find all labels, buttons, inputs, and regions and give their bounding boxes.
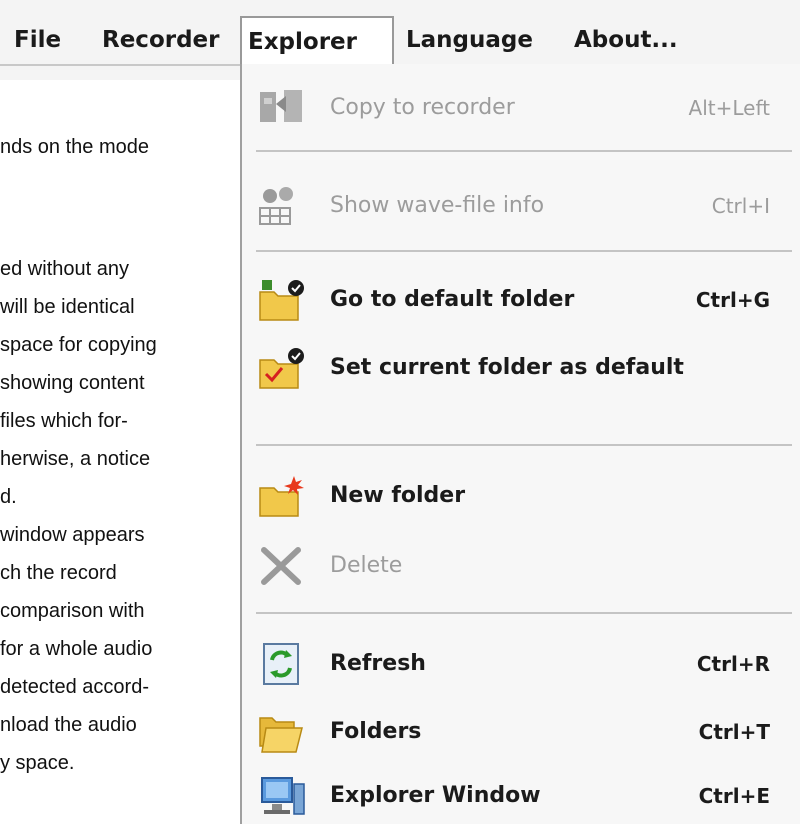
menu-item-shortcut: Alt+Left — [688, 96, 770, 120]
menu-item-label: Refresh — [330, 651, 426, 676]
copy-to-recorder-icon — [258, 86, 306, 130]
menu-explorer-label: Explorer — [248, 29, 357, 55]
explorer-window-icon — [258, 774, 306, 818]
background-document: nds on the mode ed without any will be i… — [0, 80, 240, 812]
default-folder-icon — [258, 278, 306, 322]
menu-item-label: New folder — [330, 483, 466, 508]
menu-item-go-to-default-folder[interactable]: Go to default folder Ctrl+G — [242, 270, 800, 330]
doc-line: window appears — [0, 524, 145, 546]
doc-line: herwise, a notice — [0, 448, 151, 470]
menu-item-label: Delete — [330, 553, 403, 578]
menu-item-shortcut: Ctrl+R — [696, 652, 770, 676]
doc-line: ed without any — [0, 258, 129, 280]
doc-line: will be identical — [0, 296, 135, 318]
menubar-divider — [0, 64, 243, 66]
new-folder-icon — [258, 474, 306, 518]
doc-line: ch the record — [0, 562, 117, 584]
doc-line: nds on the mode — [0, 136, 149, 158]
menu-item-show-wave-file-info[interactable]: Show wave-file info Ctrl+I — [242, 176, 800, 236]
refresh-icon — [258, 642, 306, 686]
doc-line: comparison with — [0, 600, 145, 622]
doc-line: nload the audio — [0, 714, 137, 736]
doc-line: y space. — [0, 752, 75, 774]
set-default-folder-icon — [258, 346, 306, 390]
menu-item-label: Copy to recorder — [330, 95, 515, 120]
menu-item-label: Go to default folder — [330, 287, 575, 312]
doc-line: d. — [0, 486, 17, 508]
menu-item-shortcut: Ctrl+G — [695, 288, 770, 312]
menu-separator — [256, 250, 792, 252]
doc-line: files which for- — [0, 410, 128, 432]
menu-item-label: Folders — [330, 719, 422, 744]
menu-item-label: Explorer Window — [330, 783, 541, 808]
menu-item-label: Show wave-file info — [330, 193, 545, 218]
menu-item-copy-to-recorder[interactable]: Copy to recorder Alt+Left — [242, 78, 800, 138]
menu-recorder[interactable]: Recorder — [96, 16, 226, 64]
menu-about[interactable]: About... — [568, 16, 684, 64]
menu-item-delete[interactable]: Delete — [242, 536, 800, 596]
menu-file[interactable]: File — [8, 16, 67, 64]
doc-line: space for copying — [0, 334, 157, 356]
menu-separator — [256, 150, 792, 152]
menu-item-label: Set current folder as default — [330, 355, 684, 380]
delete-icon — [258, 544, 306, 588]
menu-item-refresh[interactable]: Refresh Ctrl+R — [242, 634, 800, 694]
menu-item-shortcut: Ctrl+T — [698, 720, 770, 744]
menu-language[interactable]: Language — [400, 16, 539, 64]
explorer-dropdown-menu: Copy to recorder Alt+Left Show wave-file… — [240, 64, 800, 824]
menu-separator — [256, 612, 792, 614]
menu-item-explorer-window[interactable]: Explorer Window Ctrl+E — [242, 766, 800, 826]
doc-line: detected accord- — [0, 676, 149, 698]
doc-line: showing content — [0, 372, 145, 394]
menu-explorer[interactable]: Explorer — [240, 16, 394, 64]
menu-item-new-folder[interactable]: New folder — [242, 466, 800, 526]
menu-item-folders[interactable]: Folders Ctrl+T — [242, 702, 800, 762]
menu-item-shortcut: Ctrl+E — [698, 784, 770, 808]
menu-item-shortcut: Ctrl+I — [711, 194, 770, 218]
folders-icon — [258, 710, 306, 754]
menu-item-set-current-folder-as-default[interactable]: Set current folder as default — [242, 338, 800, 398]
doc-line: for a whole audio — [0, 638, 153, 660]
menu-separator — [256, 444, 792, 446]
wave-info-icon — [258, 184, 306, 228]
